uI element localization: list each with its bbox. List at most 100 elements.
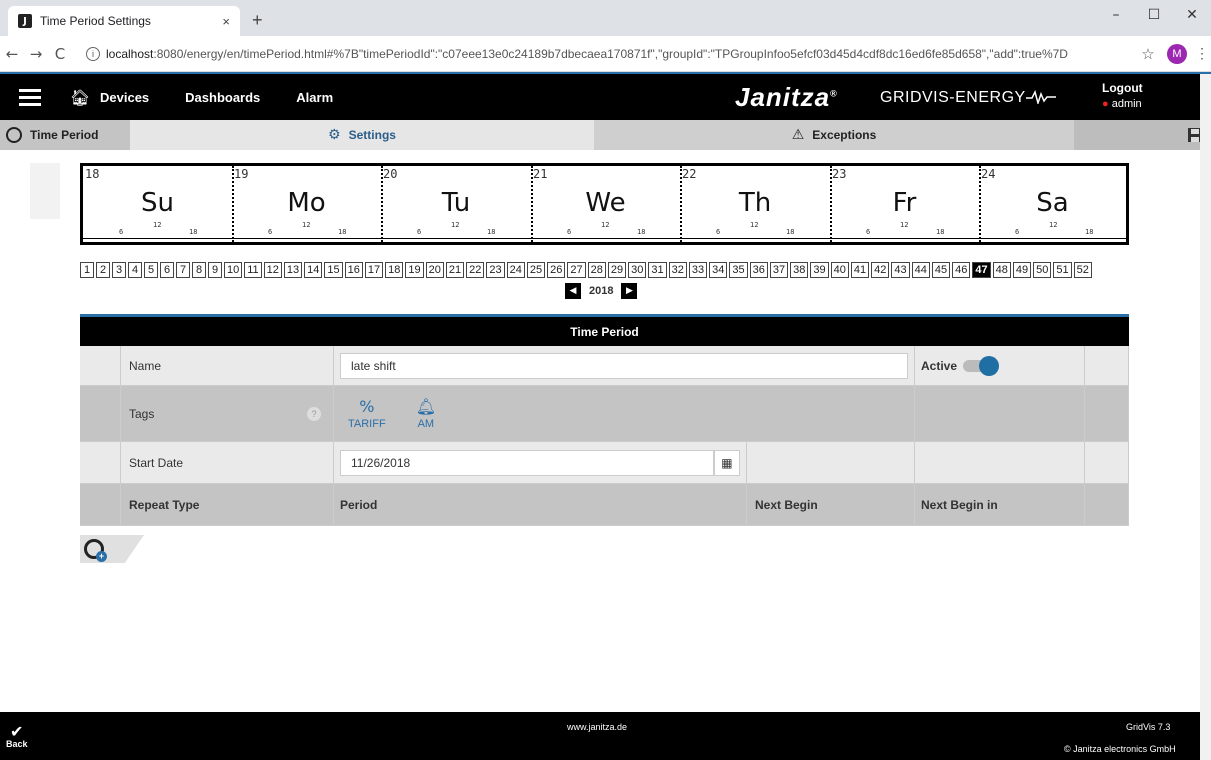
week-number-24[interactable]: 24 (506, 262, 525, 278)
week-number-8[interactable]: 8 (192, 262, 206, 278)
week-number-13[interactable]: 13 (283, 262, 303, 278)
week-number-25[interactable]: 25 (526, 262, 546, 278)
week-number-19[interactable]: 19 (405, 262, 424, 278)
tab-settings[interactable]: ⚙ Settings (130, 119, 594, 150)
week-number-23[interactable]: 23 (486, 262, 505, 278)
week-number-30[interactable]: 30 (628, 262, 647, 278)
week-number-52[interactable]: 52 (1073, 262, 1092, 278)
week-number-12[interactable]: 12 (263, 262, 282, 278)
week-number-9[interactable]: 9 (208, 262, 222, 278)
next-year-button[interactable]: ▶ (621, 283, 638, 299)
active-toggle[interactable] (963, 355, 1000, 376)
logout-link[interactable]: Logout (1102, 81, 1143, 95)
week-number-49[interactable]: 49 (1012, 262, 1032, 278)
hamburger-menu-icon[interactable] (0, 85, 60, 110)
week-number-15[interactable]: 15 (324, 262, 343, 278)
week-number-50[interactable]: 50 (1033, 262, 1052, 278)
reload-icon[interactable]: C (48, 45, 72, 63)
week-number-35[interactable]: 35 (729, 262, 748, 278)
week-number-41[interactable]: 41 (850, 262, 870, 278)
browser-menu-icon[interactable]: ⋮ (1193, 45, 1211, 62)
week-number-20[interactable]: 20 (425, 262, 444, 278)
week-number-37[interactable]: 37 (769, 262, 789, 278)
day-column[interactable]: 23 Fr 6 12 18 (830, 166, 979, 242)
week-number-7[interactable]: 7 (176, 262, 190, 278)
week-number-34[interactable]: 34 (709, 262, 728, 278)
minimize-icon[interactable]: – (1097, 0, 1135, 30)
week-number-36[interactable]: 36 (749, 262, 768, 278)
week-number-3[interactable]: 3 (112, 262, 126, 278)
profile-avatar[interactable]: M (1167, 43, 1187, 64)
day-column[interactable]: 18 Su 6 12 18 (83, 166, 232, 242)
week-number-10[interactable]: 10 (224, 262, 243, 278)
week-number-4[interactable]: 4 (128, 262, 142, 278)
footer-website[interactable]: www.janitza.de (567, 722, 627, 732)
nav-dashboards[interactable]: Dashboards (185, 90, 260, 105)
name-input[interactable]: late shift (340, 352, 908, 379)
prev-year-button[interactable]: ◀ (565, 283, 581, 299)
maximize-icon[interactable]: ☐ (1135, 0, 1173, 30)
browser-tab[interactable]: J Time Period Settings × (8, 6, 240, 36)
day-column[interactable]: 20 Tu 6 12 18 (381, 166, 531, 242)
save-button[interactable] (1074, 119, 1211, 150)
add-repeat-button[interactable]: + (80, 535, 144, 563)
week-number-11[interactable]: 11 (244, 262, 262, 278)
week-number-39[interactable]: 39 (810, 262, 829, 278)
calendar-icon[interactable]: ▦ (713, 449, 740, 476)
week-number-33[interactable]: 33 (688, 262, 708, 278)
janitza-favicon-icon: J (18, 14, 32, 28)
tab-exceptions[interactable]: ⚠ Exceptions (594, 119, 1074, 150)
back-button[interactable]: ✔ Back (6, 724, 28, 750)
week-number-18[interactable]: 18 (385, 262, 404, 278)
week-number-32[interactable]: 32 (668, 262, 687, 278)
home-icon[interactable]: 🏠︎ (60, 88, 100, 107)
week-number-45[interactable]: 45 (931, 262, 951, 278)
week-number-21[interactable]: 21 (445, 262, 465, 278)
day-column[interactable]: 22 Th 6 12 18 (680, 166, 830, 242)
new-tab-icon[interactable]: + (252, 10, 263, 31)
week-number-29[interactable]: 29 (607, 262, 627, 278)
logout-area[interactable]: Logout ● admin (1102, 81, 1143, 112)
week-number-2[interactable]: 2 (96, 262, 110, 278)
tag-tariff[interactable]: % TARIFF (348, 397, 386, 430)
start-date-input[interactable]: 11/26/2018 (340, 449, 714, 476)
bookmark-star-icon[interactable]: ☆ (1135, 45, 1161, 63)
week-number-43[interactable]: 43 (891, 262, 910, 278)
forward-arrow-icon[interactable]: → (24, 45, 48, 63)
week-timeline[interactable]: 18 Su 6 12 18 19 Mo 6 12 18 20 Tu 6 12 18 21 We 61… (80, 163, 1129, 245)
week-number-31[interactable]: 31 (648, 262, 667, 278)
week-number-28[interactable]: 28 (587, 262, 606, 278)
week-number-22[interactable]: 22 (466, 262, 485, 278)
day-column[interactable]: 21 We 6 12 18 (531, 166, 680, 242)
week-number-14[interactable]: 14 (304, 262, 323, 278)
close-window-icon[interactable]: ✕ (1173, 0, 1211, 30)
week-number-44[interactable]: 44 (911, 262, 930, 278)
week-number-42[interactable]: 42 (871, 262, 890, 278)
vertical-scrollbar[interactable] (1200, 74, 1211, 760)
week-number-40[interactable]: 40 (830, 262, 849, 278)
week-number-47[interactable]: 47 (972, 262, 991, 278)
time-period-form: Time Period Name late shift Active Tags … (80, 314, 1129, 526)
nav-alarm[interactable]: Alarm (296, 90, 333, 105)
app-footer: ✔ Back www.janitza.de GridVis 7.3 © Janit… (0, 712, 1200, 760)
day-column[interactable]: 19 Mo 6 12 18 (232, 166, 381, 242)
week-number-16[interactable]: 16 (344, 262, 363, 278)
week-number-51[interactable]: 51 (1053, 262, 1072, 278)
week-number-1[interactable]: 1 (80, 262, 94, 278)
week-number-48[interactable]: 48 (992, 262, 1011, 278)
week-number-6[interactable]: 6 (160, 262, 174, 278)
site-info-icon[interactable]: i (86, 46, 100, 61)
week-number-17[interactable]: 17 (364, 262, 384, 278)
back-arrow-icon[interactable]: ← (0, 45, 24, 63)
week-number-46[interactable]: 46 (952, 262, 971, 278)
week-number-27[interactable]: 27 (567, 262, 586, 278)
week-number-5[interactable]: 5 (144, 262, 158, 278)
week-number-26[interactable]: 26 (547, 262, 566, 278)
day-column[interactable]: 24 Sa 6 12 18 (979, 166, 1126, 242)
help-icon[interactable]: ? (307, 406, 321, 421)
week-number-38[interactable]: 38 (790, 262, 809, 278)
tag-am[interactable]: 🔔︎ AM (416, 397, 436, 430)
nav-devices[interactable]: Devices (100, 90, 149, 105)
url-input[interactable]: i localhost:8080/energy/en/timePeriod.ht… (80, 40, 1127, 68)
tab-close-icon[interactable]: × (222, 14, 230, 29)
